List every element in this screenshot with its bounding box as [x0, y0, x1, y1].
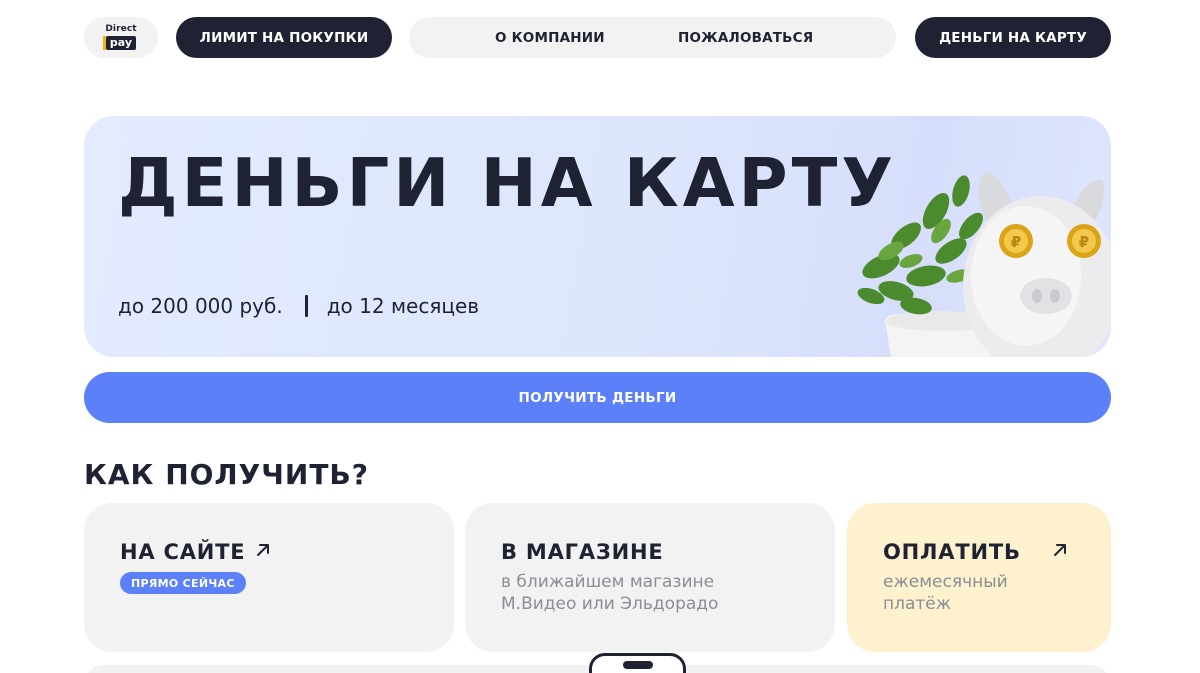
arrow-up-right-icon	[1054, 544, 1066, 556]
header: Direct pay ЛИМИТ НА ПОКУПКИ О КОМПАНИИ П…	[84, 17, 1111, 58]
page: Direct pay ЛИМИТ НА ПОКУПКИ О КОМПАНИИ П…	[0, 0, 1200, 673]
card-pay[interactable]: ОПЛАТИТЬ ежемесячный платёж	[847, 503, 1111, 652]
nav-complain-link[interactable]: ПОЖАЛОВАТЬСЯ	[678, 17, 813, 58]
logo[interactable]: Direct pay	[84, 17, 158, 58]
nav-bar: О КОМПАНИИ ПОЖАЛОВАТЬСЯ	[409, 17, 896, 58]
card-title: ОПЛАТИТЬ	[883, 540, 1021, 564]
money-to-card-button[interactable]: ДЕНЬГИ НА КАРТУ	[915, 17, 1111, 58]
arrow-up-right-icon	[257, 544, 269, 556]
badge-right-now: ПРЯМО СЕЙЧАС	[120, 572, 246, 594]
hero-title: ДЕНЬГИ НА КАРТУ	[118, 144, 898, 222]
logo-text-top: Direct	[105, 24, 137, 34]
logo-text-bottom: pay	[102, 36, 137, 50]
phone-notch	[623, 661, 653, 669]
svg-text:₽: ₽	[1011, 233, 1021, 251]
hero-term: до 12 месяцев	[326, 294, 480, 318]
phone-illustration	[589, 653, 686, 673]
card-in-store: В МАГАЗИНЕ в ближайшем магазине М.Видео …	[465, 503, 835, 652]
card-description: в ближайшем магазине М.Видео или Эльдора…	[501, 571, 718, 615]
card-description-line: платёж	[883, 594, 952, 614]
card-title: В МАГАЗИНЕ	[501, 540, 664, 564]
hero-amount: до 200 000 руб.	[118, 294, 283, 318]
hero-banner: ДЕНЬГИ НА КАРТУ до 200 000 руб. до 12 ме…	[84, 116, 1111, 357]
card-description-line: в ближайшем магазине	[501, 572, 715, 592]
hero-subtitle: до 200 000 руб. до 12 месяцев	[118, 294, 479, 318]
nav-about-link[interactable]: О КОМПАНИИ	[495, 17, 605, 58]
logo-mark: Direct pay	[102, 24, 137, 50]
get-money-button[interactable]: ПОЛУЧИТЬ ДЕНЬГИ	[84, 372, 1111, 423]
card-on-site[interactable]: НА САЙТЕ ПРЯМО СЕЙЧАС	[84, 503, 454, 652]
limit-button[interactable]: ЛИМИТ НА ПОКУПКИ	[176, 17, 392, 58]
card-description: ежемесячный платёж	[883, 571, 1008, 615]
card-description-line: М.Видео или Эльдорадо	[501, 594, 719, 614]
piggy-bank-plant-illustration: ₽ ₽	[857, 171, 1111, 357]
hero-separator	[304, 295, 308, 317]
svg-text:₽: ₽	[1079, 233, 1089, 251]
card-title: НА САЙТЕ	[120, 540, 246, 564]
how-section-title: КАК ПОЛУЧИТЬ?	[84, 458, 370, 491]
card-description-line: ежемесячный	[883, 572, 1008, 592]
